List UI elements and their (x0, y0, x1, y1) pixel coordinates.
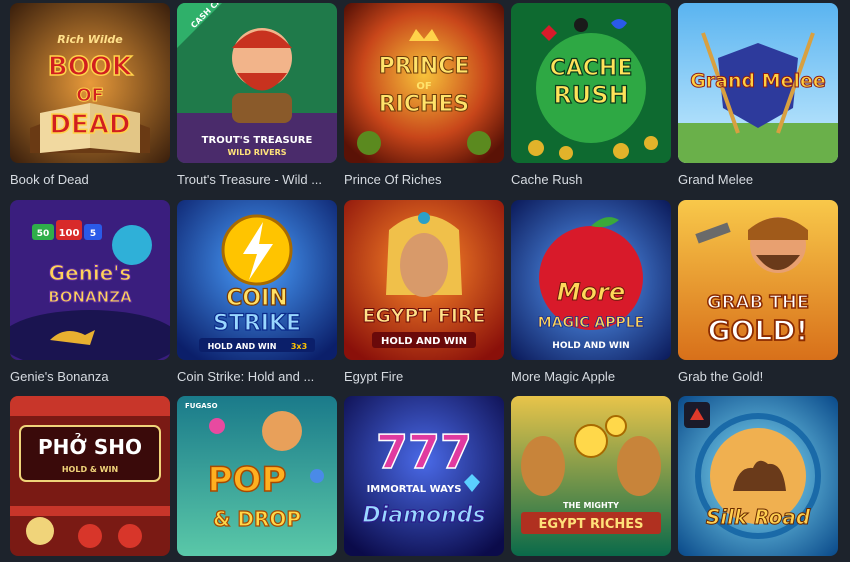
svg-text:IMMORTAL WAYS: IMMORTAL WAYS (367, 484, 462, 495)
svg-text:OF: OF (76, 85, 104, 106)
svg-text:Diamonds: Diamonds (362, 503, 485, 528)
svg-text:TROUT'S TREASURE: TROUT'S TREASURE (202, 135, 313, 146)
svg-text:FUGASO: FUGASO (185, 402, 218, 410)
svg-text:BOOK: BOOK (48, 52, 133, 82)
svg-text:Rich Wilde: Rich Wilde (57, 33, 123, 46)
svg-text:Silk Road: Silk Road (706, 505, 811, 529)
cat-icon (262, 411, 302, 451)
svg-text:& DROP: & DROP (213, 507, 301, 531)
svg-text:100: 100 (59, 228, 80, 239)
game-title[interactable]: Egypt Fire (344, 369, 504, 385)
game-thumbnail[interactable]: Rich Wilde BOOK OF DEAD (10, 3, 170, 163)
game-thumbnail[interactable]: PHỞ SHO HOLD & WIN (10, 396, 170, 556)
game-thumbnail[interactable]: Silk Road (678, 396, 838, 556)
game-title[interactable]: Grand Melee (678, 172, 838, 188)
svg-text:More: More (557, 278, 625, 306)
svg-text:5: 5 (90, 229, 96, 239)
game-title[interactable]: Grab the Gold! (678, 369, 838, 385)
svg-text:DEAD: DEAD (49, 110, 130, 140)
game-title[interactable]: Prince Of Riches (344, 172, 504, 188)
svg-text:RUSH: RUSH (553, 81, 628, 109)
pharaoh-queen-icon (400, 233, 448, 297)
svg-text:THE MIGHTY: THE MIGHTY (563, 501, 619, 510)
game-thumbnail[interactable]: COIN STRIKE HOLD AND WIN 3x3 (177, 200, 337, 360)
game-thumbnail[interactable]: More MAGIC APPLE HOLD AND WIN (511, 200, 671, 360)
noodle-bowl-icon (26, 517, 54, 545)
game-thumbnail[interactable]: EGYPT FIRE HOLD AND WIN (344, 200, 504, 360)
game-title[interactable]: Coin Strike: Hold and ... (177, 369, 337, 385)
game-title[interactable]: More Magic Apple (511, 369, 671, 385)
svg-text:BONANZA: BONANZA (48, 288, 132, 306)
genie-icon (112, 225, 152, 265)
svg-text:PHỞ SHO: PHỞ SHO (38, 434, 142, 459)
svg-text:HOLD AND WIN: HOLD AND WIN (208, 342, 277, 351)
svg-text:HOLD & WIN: HOLD & WIN (62, 465, 118, 474)
svg-text:POP: POP (208, 460, 287, 500)
game-title[interactable]: Genie's Bonanza (10, 369, 170, 385)
game-title[interactable]: Book of Dead (10, 172, 170, 188)
game-thumbnail[interactable]: Grand Melee (678, 3, 838, 163)
game-thumbnail[interactable]: CACHE RUSH (511, 3, 671, 163)
svg-text:STRIKE: STRIKE (213, 311, 301, 336)
svg-text:WILD RIVERS: WILD RIVERS (227, 148, 286, 157)
svg-text:Genie's: Genie's (49, 261, 132, 285)
game-thumbnail[interactable]: CASH CATCHER TROUT'S TREASURE WILD RIVER… (177, 3, 337, 163)
game-thumbnail[interactable]: FUGASO POP & DROP (177, 396, 337, 556)
svg-text:EGYPT RICHES: EGYPT RICHES (538, 517, 643, 532)
svg-text:RICHES: RICHES (379, 92, 470, 117)
svg-text:COIN: COIN (226, 286, 287, 311)
svg-text:Grand Melee: Grand Melee (690, 70, 826, 92)
game-thumbnail[interactable]: 50 100 5 Genie's BONANZA (10, 200, 170, 360)
svg-text:GOLD!: GOLD! (708, 314, 809, 347)
game-title[interactable]: Trout's Treasure - Wild ... (177, 172, 337, 188)
svg-text:GRAB THE: GRAB THE (707, 292, 809, 313)
game-title[interactable]: Cache Rush (511, 172, 671, 188)
svg-text:OF: OF (416, 81, 431, 92)
svg-text:EGYPT FIRE: EGYPT FIRE (362, 305, 485, 327)
svg-text:MAGIC APPLE: MAGIC APPLE (538, 315, 644, 331)
svg-text:PRINCE: PRINCE (379, 54, 470, 79)
game-thumbnail[interactable]: 777 IMMORTAL WAYS Diamonds (344, 396, 504, 556)
svg-text:50: 50 (37, 229, 50, 239)
svg-text:HOLD AND WIN: HOLD AND WIN (552, 341, 629, 351)
svg-text:777: 777 (376, 425, 472, 479)
svg-text:3x3: 3x3 (291, 342, 307, 351)
coin-icon (574, 424, 608, 458)
svg-text:CACHE: CACHE (550, 56, 633, 81)
game-thumbnail[interactable]: GRAB THE GOLD! (678, 200, 838, 360)
game-grid: Rich Wilde BOOK OF DEAD Book of Dead CAS… (0, 0, 850, 562)
game-thumbnail[interactable]: PRINCE OF RICHES (344, 3, 504, 163)
game-thumbnail[interactable]: THE MIGHTY EGYPT RICHES (511, 396, 671, 556)
svg-text:HOLD AND WIN: HOLD AND WIN (381, 336, 467, 347)
